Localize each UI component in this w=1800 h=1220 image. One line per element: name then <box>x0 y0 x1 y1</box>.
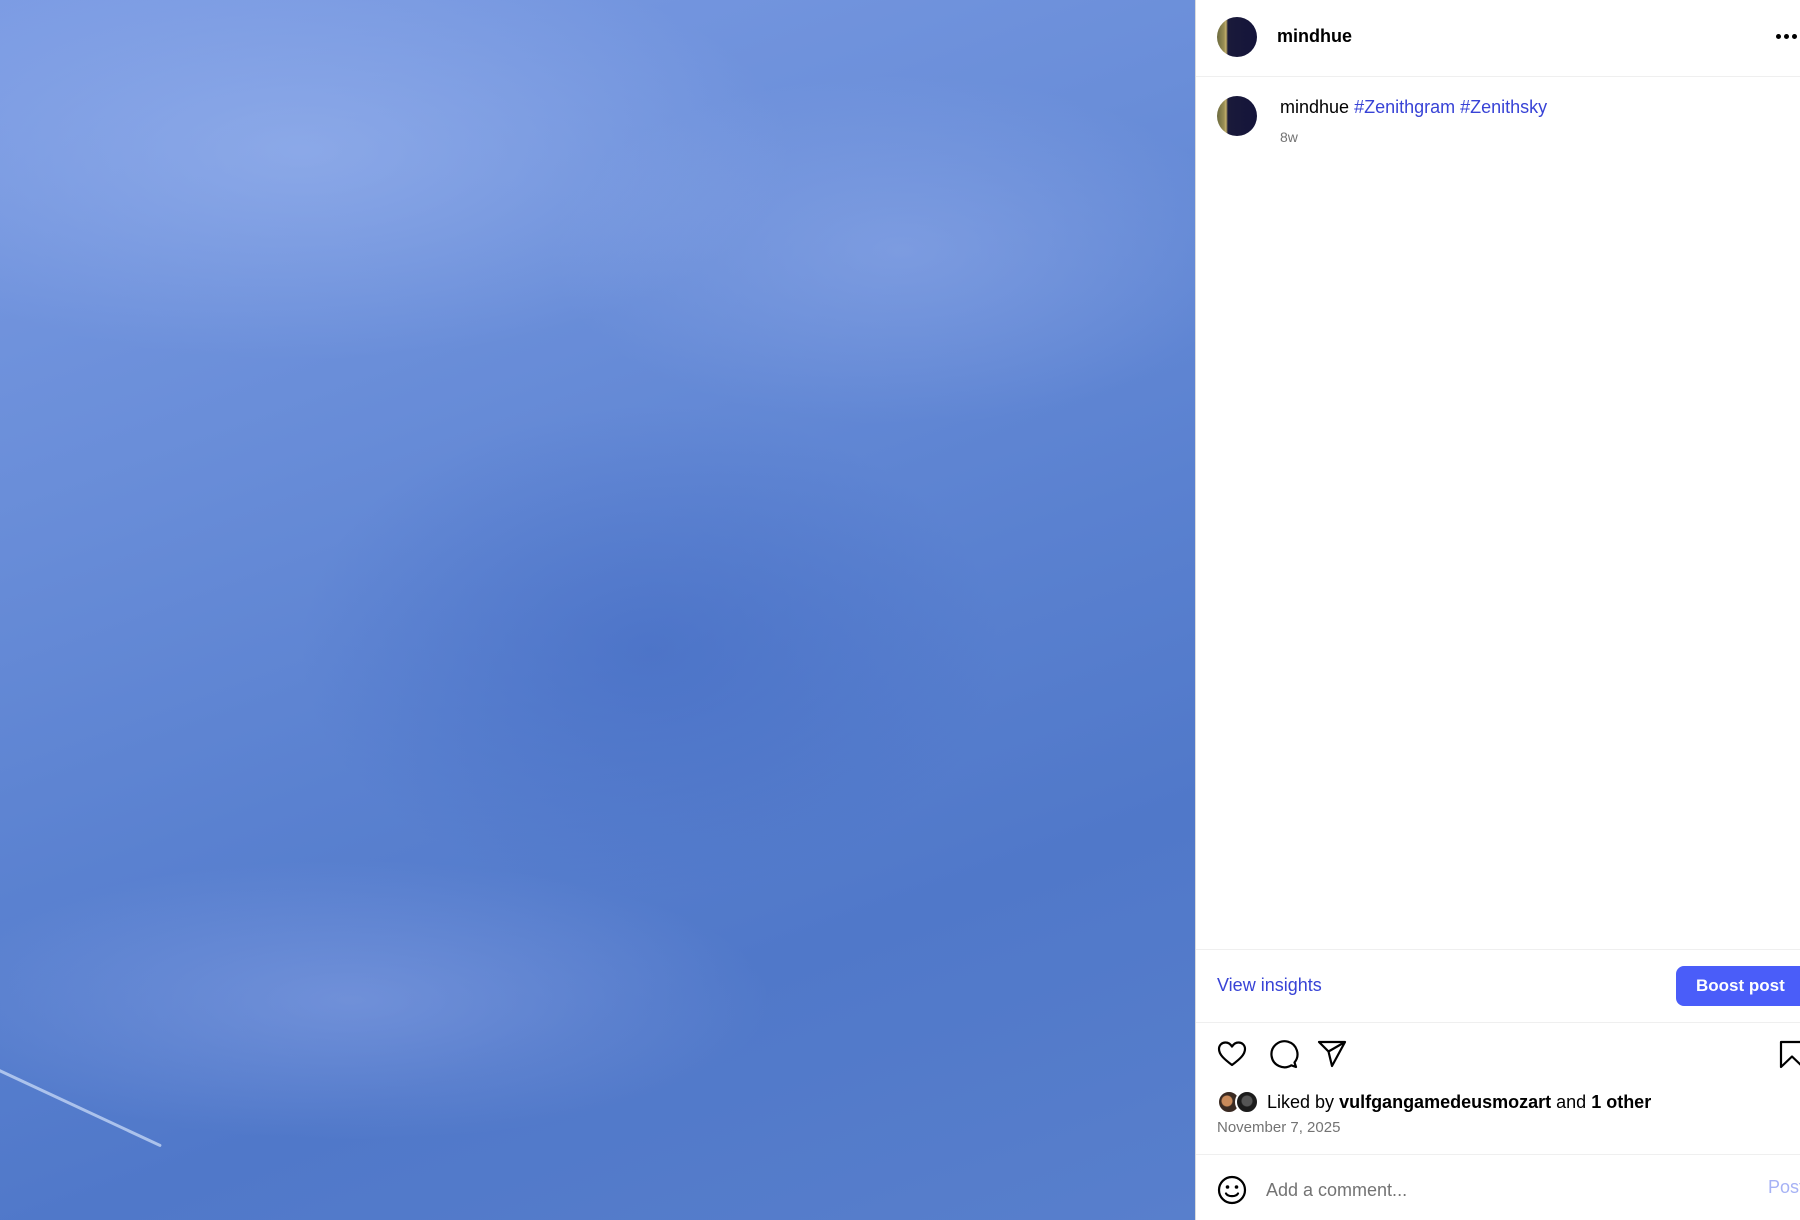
comment-input[interactable] <box>1266 1173 1716 1207</box>
liker-avatars <box>1217 1090 1265 1114</box>
heart-icon[interactable] <box>1216 1038 1248 1070</box>
liker-avatar <box>1235 1090 1259 1114</box>
liked-by: Liked by vulfgangamedeusmozart and 1 oth… <box>1217 1090 1651 1114</box>
hashtag-zenithsky[interactable]: #Zenithsky <box>1460 97 1547 117</box>
post-header: mindhue <box>1196 0 1800 77</box>
caption-text: mindhue #Zenithgram #Zenithsky <box>1280 97 1547 118</box>
liker-username[interactable]: vulfgangamedeusmozart <box>1339 1092 1551 1113</box>
post-date: November 7, 2025 <box>1217 1119 1341 1136</box>
author-avatar[interactable] <box>1217 17 1257 57</box>
post-image <box>0 0 1195 1220</box>
boost-post-button[interactable]: Boost post <box>1676 966 1800 1006</box>
emoji-icon[interactable] <box>1216 1174 1248 1206</box>
contrail <box>0 1060 162 1148</box>
view-insights-link[interactable]: View insights <box>1217 975 1322 996</box>
post-time-ago[interactable]: 8w <box>1280 129 1298 145</box>
send-icon[interactable] <box>1316 1038 1348 1070</box>
liked-by-others[interactable]: 1 other <box>1591 1092 1651 1113</box>
bookmark-icon[interactable] <box>1776 1038 1800 1070</box>
caption-avatar[interactable] <box>1217 96 1257 136</box>
author-username[interactable]: mindhue <box>1277 26 1352 47</box>
post-comment-button[interactable]: Post <box>1768 1177 1800 1198</box>
liked-by-conjunction: and <box>1556 1091 1587 1112</box>
liked-by-prefix: Liked by <box>1267 1091 1335 1112</box>
more-horizontal-icon[interactable] <box>1776 34 1800 42</box>
insights-bar: View insights Boost post <box>1196 949 1800 1023</box>
caption-username[interactable]: mindhue <box>1280 97 1349 117</box>
comment-bar: Post <box>1196 1154 1800 1220</box>
post-details-panel: mindhue mindhue #Zenithgram #Zenithsky 8… <box>1195 0 1800 1220</box>
comment-icon[interactable] <box>1267 1038 1299 1070</box>
hashtag-zenithgram[interactable]: #Zenithgram <box>1354 97 1455 117</box>
